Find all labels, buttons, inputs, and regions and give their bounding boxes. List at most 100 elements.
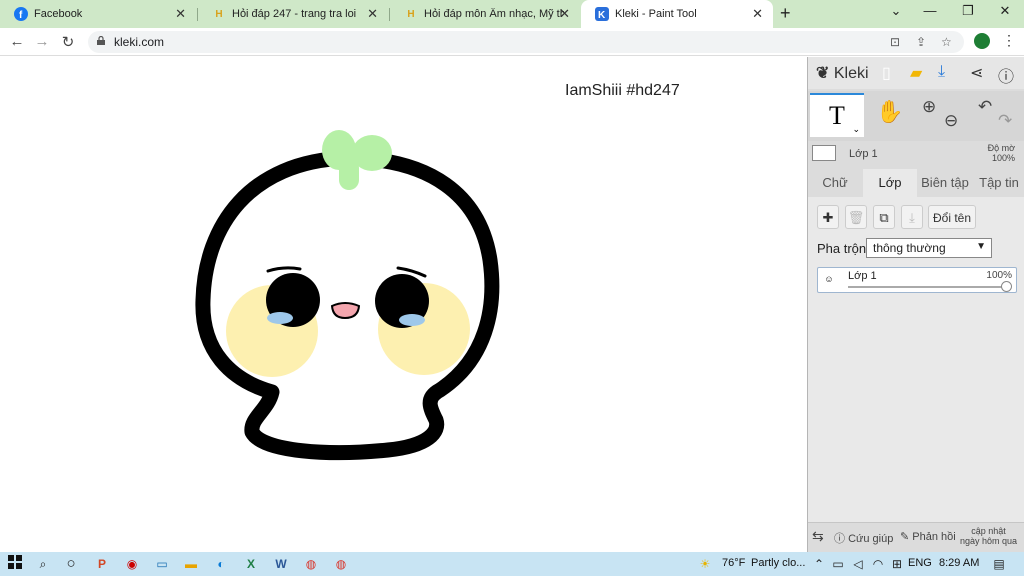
close-icon[interactable]: ✕	[752, 6, 763, 22]
excel-icon[interactable]: X	[242, 555, 260, 573]
chevron-down-icon: ▼	[976, 241, 986, 252]
blend-mode-value: thông thường	[873, 241, 946, 255]
new-image-icon[interactable]: ▯	[882, 63, 891, 83]
tab-facebook[interactable]: f Facebook ✕	[0, 0, 196, 28]
layer-opacity: 100%	[986, 270, 1012, 281]
layers-panel: ✚ 🗑 ⧉ ⤓ Đổi tên Pha trộn thông thường ▼ ☺…	[808, 197, 1024, 527]
tab-bien-tap[interactable]: Biên tập	[918, 169, 972, 197]
close-icon[interactable]: ✕	[367, 6, 378, 22]
url-text: kleki.com	[114, 35, 165, 49]
rename-layer-button[interactable]: Đổi tên	[928, 205, 976, 229]
chrome-icon[interactable]: ◍	[302, 555, 320, 573]
panel-topbar: ❦ Kleki ▯ ▰ ⤓ ⋖ ⓘ	[808, 57, 1024, 89]
weather-icon[interactable]: ☀	[696, 555, 714, 573]
layer-list-item[interactable]: ☺ Lớp 1 100%	[817, 267, 1017, 293]
add-layer-button[interactable]: ✚	[817, 205, 839, 229]
language-icon[interactable]: ⊞	[888, 555, 906, 573]
svg-text:K: K	[598, 10, 606, 21]
url-input[interactable]: kleki.com ⊡ ⇪ ☆	[88, 31, 964, 53]
battery-icon[interactable]: ▭	[829, 555, 847, 573]
search-icon[interactable]: ⌕	[34, 555, 52, 573]
media-player-icon[interactable]: ◉	[123, 555, 141, 573]
layer-opacity-slider[interactable]	[848, 286, 1008, 288]
forward-button[interactable]: →	[33, 33, 51, 50]
drawing-canvas[interactable]: IamShiii #hd247	[0, 57, 807, 552]
language-indicator[interactable]: ENG	[908, 557, 932, 569]
merge-layer-button[interactable]: ⤓	[901, 205, 923, 229]
swap-side-icon[interactable]: ⇆	[812, 528, 824, 545]
slider-handle[interactable]	[1001, 281, 1012, 292]
layer-thumbnail	[812, 145, 836, 161]
blend-mode-label: Pha trộn	[817, 241, 867, 256]
chevron-up-icon[interactable]: ⌃	[810, 555, 828, 573]
word-icon[interactable]: W	[272, 555, 290, 573]
tab-search-icon[interactable]: ⌄	[886, 3, 906, 19]
browser-menu-icon[interactable]: ⋮	[1002, 32, 1016, 49]
opacity-label: Độ mờ	[987, 143, 1015, 153]
facebook-icon: f	[14, 7, 28, 21]
opacity-value: 100%	[991, 153, 1015, 163]
chrome-icon[interactable]: ◍	[332, 555, 350, 573]
close-window-button[interactable]: ✕	[995, 3, 1015, 19]
tab-chu[interactable]: Chữ	[808, 169, 862, 197]
left-tear	[267, 312, 293, 324]
layer-thumbnail: ☺	[824, 274, 834, 284]
tab-hd247-trang[interactable]: H Hỏi đáp 247 - trang tra loi ✕	[198, 0, 388, 28]
windows-start-icon[interactable]	[6, 555, 24, 573]
chevron-down-icon[interactable]: ⌄	[852, 124, 860, 135]
share-icon[interactable]: ⋖	[970, 63, 983, 83]
computer-icon[interactable]: ▭	[153, 555, 171, 573]
weather-text[interactable]: Partly clo...	[751, 557, 805, 569]
wifi-icon[interactable]: ◠	[869, 555, 887, 573]
update-line2: ngày hôm qua	[960, 536, 1018, 546]
close-icon[interactable]: ✕	[175, 6, 186, 22]
update-line1: cập nhật	[971, 526, 1006, 536]
redo-icon[interactable]: ↷	[998, 111, 1012, 131]
left-eyebrow	[266, 266, 302, 273]
open-folder-icon[interactable]: ▰	[910, 63, 922, 83]
kleki-logo-icon: ❦	[816, 65, 830, 82]
text-tool-button[interactable]: T ⌄	[810, 93, 864, 137]
zoom-out-icon[interactable]: ⊖	[944, 111, 958, 131]
back-button[interactable]: ←	[8, 33, 26, 50]
translate-icon[interactable]: ⊡	[890, 35, 900, 49]
file-explorer-icon[interactable]: ▬	[182, 555, 200, 573]
layer-name: Lớp 1	[848, 270, 877, 282]
tab-lop[interactable]: Lớp	[863, 169, 917, 197]
clock[interactable]: 8:29 AM	[939, 557, 979, 569]
feedback-button[interactable]: ✎ Phản hồi	[900, 530, 956, 543]
new-tab-button[interactable]: +	[780, 3, 791, 24]
panel-tabs: Chữ Lớp Biên tập Tập tin	[808, 169, 1024, 197]
download-icon[interactable]: ⤓	[938, 63, 945, 81]
current-layer-row: Lớp 1 Độ mờ 100%	[808, 143, 1024, 169]
edge-icon[interactable]: ◐	[212, 555, 230, 573]
minimize-button[interactable]: —	[920, 3, 940, 18]
tab-strip: f Facebook ✕ H Hỏi đáp 247 - trang tra l…	[0, 0, 1024, 28]
hd247-icon: H	[215, 8, 223, 20]
duplicate-layer-button[interactable]: ⧉	[873, 205, 895, 229]
delete-layer-button[interactable]: 🗑	[845, 205, 867, 229]
undo-icon[interactable]: ↶	[978, 97, 992, 117]
help-label: Cứu giúp	[848, 533, 894, 545]
volume-icon[interactable]: ◁	[849, 555, 867, 573]
tab-kleki[interactable]: K Kleki - Paint Tool ✕	[581, 0, 773, 28]
bookmark-star-icon[interactable]: ☆	[941, 35, 952, 49]
weather-temp[interactable]: 76°F	[722, 557, 745, 569]
zoom-in-icon[interactable]: ⊕	[922, 97, 936, 117]
hand-tool-icon[interactable]: ✋	[876, 99, 903, 125]
notifications-icon[interactable]: ▤	[990, 555, 1008, 573]
update-notice[interactable]: cập nhật ngày hôm qua	[960, 526, 1017, 546]
help-icon[interactable]: ⓘ	[998, 63, 1014, 87]
powerpoint-icon[interactable]: P	[93, 555, 111, 573]
share-icon[interactable]: ⇪	[916, 35, 926, 49]
profile-avatar[interactable]	[974, 33, 990, 49]
tab-hd247-amnhac[interactable]: H Hỏi đáp môn Âm nhạc, Mỹ thuật ✕	[390, 0, 580, 28]
restore-button[interactable]: ❐	[958, 3, 978, 19]
kleki-logo-text: Kleki	[833, 65, 869, 82]
reload-button[interactable]: ↻	[59, 33, 77, 51]
tab-tap-tin[interactable]: Tập tin	[973, 169, 1024, 197]
close-icon[interactable]: ✕	[559, 6, 570, 22]
blend-mode-select[interactable]: thông thường ▼	[866, 238, 992, 258]
help-button[interactable]: ⓘ Cứu giúp	[834, 530, 893, 546]
task-view-icon[interactable]: ○	[62, 555, 80, 573]
